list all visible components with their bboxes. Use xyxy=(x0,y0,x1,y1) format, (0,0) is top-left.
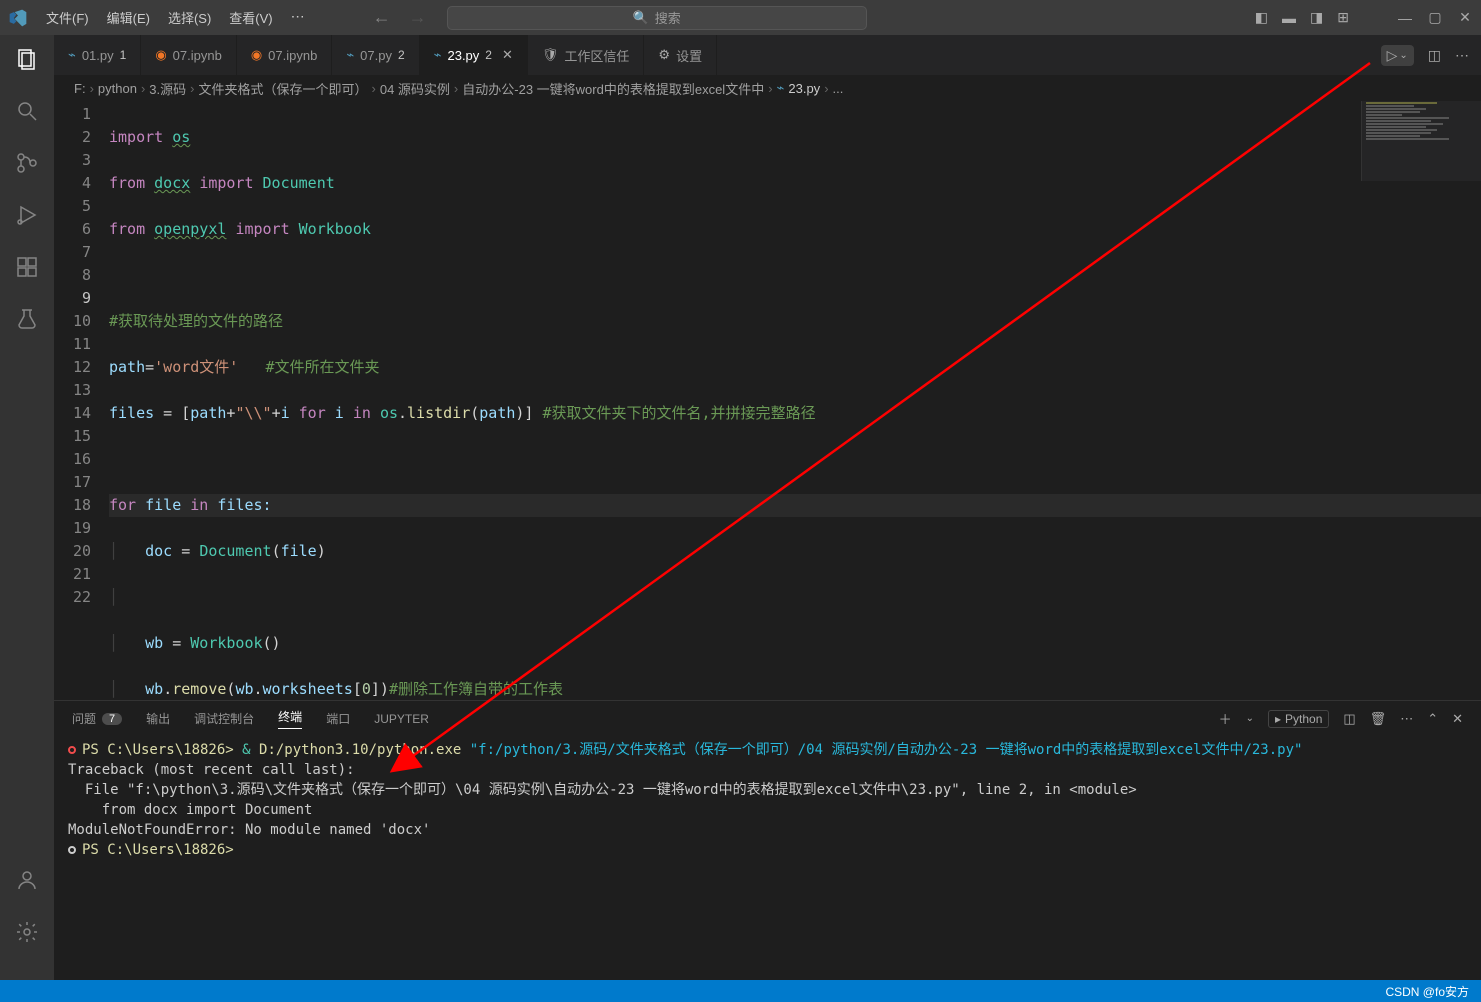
interpreter-selector[interactable]: ▸Python xyxy=(1268,710,1329,728)
terminal-icon: ▸ xyxy=(1275,712,1281,726)
panel-tabs: 问题7 输出 调试控制台 终端 端口 JUPYTER ＋ ⌄ ▸Python ◫… xyxy=(54,701,1481,736)
run-button[interactable]: ▷⌄ xyxy=(1381,45,1414,66)
prompt-indicator-icon xyxy=(68,846,76,854)
search-icon: 🔍 xyxy=(633,10,649,26)
vscode-logo xyxy=(8,8,28,28)
minimap[interactable] xyxy=(1361,101,1481,181)
code-content[interactable]: import os from docx import Document from… xyxy=(109,101,1481,700)
more-actions-icon[interactable]: ⋯ xyxy=(1455,47,1469,64)
watermark: CSDN @fo安方 xyxy=(1385,983,1469,1000)
python-file-icon: ⌁ xyxy=(777,80,785,96)
tab-07py[interactable]: ⌁07.py2 xyxy=(332,35,419,75)
layout-panel-icon[interactable]: ▬ xyxy=(1282,10,1296,26)
tab-23py[interactable]: ⌁23.py2✕ xyxy=(420,35,528,75)
command-center[interactable]: 🔍 搜索 xyxy=(447,6,867,30)
layout-customize-icon[interactable]: ⊞ xyxy=(1337,9,1349,26)
window-maximize[interactable]: ▢ xyxy=(1427,9,1443,26)
tab-07ipynb-1[interactable]: ◉07.ipynb xyxy=(141,35,237,75)
jupyter-file-icon: ◉ xyxy=(251,47,262,63)
tab-settings[interactable]: ⚙设置 xyxy=(644,35,717,75)
status-bar: CSDN @fo安方 xyxy=(0,980,1481,1002)
layout-sidebar-left-icon[interactable]: ◧ xyxy=(1255,9,1268,26)
source-control-icon[interactable] xyxy=(13,149,41,177)
jupyter-file-icon: ◉ xyxy=(155,47,166,63)
nav-arrows: ← → xyxy=(373,7,427,28)
testing-icon[interactable] xyxy=(13,305,41,333)
layout-sidebar-right-icon[interactable]: ◨ xyxy=(1310,9,1323,26)
settings-gear-icon[interactable] xyxy=(13,918,41,946)
problems-badge: 7 xyxy=(102,713,122,725)
maximize-panel-icon[interactable]: ⌃ xyxy=(1427,711,1438,727)
split-terminal-icon[interactable]: ◫ xyxy=(1343,711,1355,727)
terminal-dropdown-icon[interactable]: ⌄ xyxy=(1246,713,1254,724)
code-editor[interactable]: 12345678910111213141516171819202122 impo… xyxy=(54,101,1481,700)
tab-terminal[interactable]: 终端 xyxy=(278,708,302,729)
split-editor-icon[interactable]: ◫ xyxy=(1428,47,1441,64)
new-terminal-icon[interactable]: ＋ xyxy=(1219,709,1232,728)
run-debug-icon[interactable] xyxy=(13,201,41,229)
search-icon[interactable] xyxy=(13,97,41,125)
editor-tabs: ⌁01.py1 ◉07.ipynb ◉07.ipynb ⌁07.py2 ⌁23.… xyxy=(54,35,1481,75)
window-close[interactable]: ✕ xyxy=(1457,9,1473,26)
menu-edit[interactable]: 编辑(E) xyxy=(99,4,158,31)
window-minimize[interactable]: — xyxy=(1397,10,1413,26)
tab-output[interactable]: 输出 xyxy=(146,710,170,727)
close-tab-icon[interactable]: ✕ xyxy=(502,47,513,63)
gear-icon: ⚙ xyxy=(658,47,670,63)
line-numbers: 12345678910111213141516171819202122 xyxy=(54,101,109,700)
play-icon: ▷ xyxy=(1387,47,1398,64)
python-file-icon: ⌁ xyxy=(68,47,76,63)
tab-ports[interactable]: 端口 xyxy=(326,710,350,727)
tab-01py[interactable]: ⌁01.py1 xyxy=(54,35,141,75)
terminal-output[interactable]: PS C:\Users\18826> & D:/python3.10/pytho… xyxy=(54,736,1481,980)
activity-bar xyxy=(0,35,54,980)
explorer-icon[interactable] xyxy=(13,45,41,73)
more-terminal-icon[interactable]: ⋯ xyxy=(1400,711,1413,727)
tab-problems[interactable]: 问题7 xyxy=(72,710,122,727)
chevron-down-icon: ⌄ xyxy=(1399,50,1407,61)
python-file-icon: ⌁ xyxy=(346,47,354,63)
nav-forward-icon[interactable]: → xyxy=(409,7,427,28)
close-panel-icon[interactable]: ✕ xyxy=(1452,711,1463,727)
menu-view[interactable]: 查看(V) xyxy=(221,4,280,31)
error-indicator-icon xyxy=(68,746,76,754)
menu-more[interactable]: ⋯ xyxy=(283,4,313,31)
editor-area: ⌁01.py1 ◉07.ipynb ◉07.ipynb ⌁07.py2 ⌁23.… xyxy=(54,35,1481,980)
panel: 问题7 输出 调试控制台 终端 端口 JUPYTER ＋ ⌄ ▸Python ◫… xyxy=(54,700,1481,980)
tab-debug-console[interactable]: 调试控制台 xyxy=(194,710,254,727)
menu-bar: 文件(F) 编辑(E) 选择(S) 查看(V) ⋯ xyxy=(38,4,313,31)
shield-icon: 🛡 xyxy=(542,47,559,63)
search-placeholder: 搜索 xyxy=(655,8,681,27)
nav-back-icon[interactable]: ← xyxy=(373,7,391,28)
breadcrumb[interactable]: F:› python› 3.源码› 文件夹格式（保存一个即可）› 04 源码实例… xyxy=(54,75,1481,101)
titlebar: 文件(F) 编辑(E) 选择(S) 查看(V) ⋯ ← → 🔍 搜索 ◧ ▬ ◨… xyxy=(0,0,1481,35)
python-file-icon: ⌁ xyxy=(434,47,442,63)
accounts-icon[interactable] xyxy=(13,866,41,894)
tab-jupyter[interactable]: JUPYTER xyxy=(374,712,429,726)
tab-workspace-trust[interactable]: 🛡工作区信任 xyxy=(528,35,645,75)
menu-selection[interactable]: 选择(S) xyxy=(160,4,219,31)
menu-file[interactable]: 文件(F) xyxy=(38,4,97,31)
tab-07ipynb-2[interactable]: ◉07.ipynb xyxy=(237,35,333,75)
extensions-icon[interactable] xyxy=(13,253,41,281)
kill-terminal-icon[interactable]: 🗑 xyxy=(1370,711,1387,727)
